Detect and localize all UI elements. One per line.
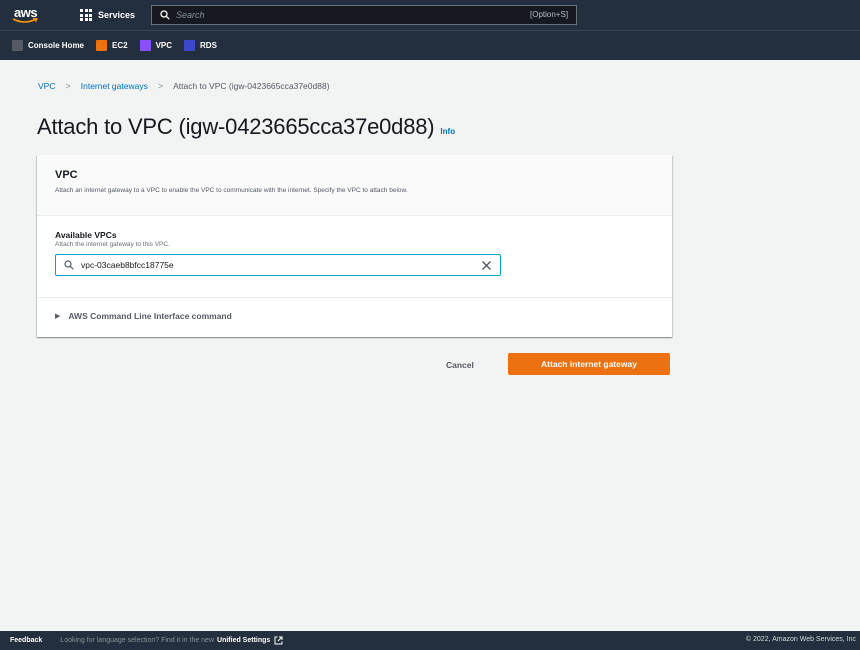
breadcrumb-link-internet-gateways[interactable]: Internet gateways — [81, 81, 148, 91]
available-vpcs-label: Available VPCs — [55, 230, 117, 240]
language-message: Looking for language selection? Find it … — [60, 637, 215, 644]
unified-settings-link[interactable]: Unified Settings — [217, 637, 270, 644]
caret-right-icon: ▶ — [55, 313, 61, 320]
page-title: Attach to VPC (igw-0423665cca37e0d88) — [37, 114, 435, 139]
favorite-label: EC2 — [112, 41, 128, 50]
favorite-label: Console Home — [28, 41, 85, 50]
vpc-icon — [139, 40, 151, 51]
aws-logo[interactable]: aws — [10, 4, 46, 26]
favorite-label: RDS — [200, 41, 217, 50]
container-title: VPC — [55, 169, 78, 181]
favorite-console-home[interactable]: Console Home — [12, 40, 84, 51]
favorite-rds[interactable]: RDS — [184, 40, 217, 51]
search-icon — [64, 260, 74, 270]
available-vpcs-autosuggest[interactable]: vpc-03caeb8bfcc18775e — [55, 254, 501, 276]
breadcrumb-current: Attach to VPC (igw-0423665cca37e0d88) — [173, 81, 330, 91]
vpc-container: VPC Attach an internet gateway to a VPC … — [37, 155, 672, 337]
grid-icon — [80, 9, 92, 21]
services-menu-button[interactable]: Services — [72, 4, 143, 26]
rds-icon — [184, 40, 196, 51]
attach-internet-gateway-button[interactable]: Attach internet gateway — [508, 353, 670, 375]
favorite-vpc[interactable]: VPC — [139, 40, 173, 51]
aws-smile-icon — [12, 18, 38, 23]
breadcrumb-link-vpc[interactable]: VPC — [38, 81, 55, 91]
cli-command-label: AWS Command Line Interface command — [68, 311, 232, 321]
breadcrumb: VPC > Internet gateways > Attach to VPC … — [38, 81, 330, 91]
ec2-icon — [96, 40, 108, 51]
available-vpcs-description: Attach the internet gateway to this VPC. — [55, 241, 170, 248]
console-home-icon — [12, 40, 23, 51]
external-link-icon — [274, 636, 283, 645]
search-shortcut-hint: [Option+S] — [530, 10, 569, 19]
global-search-input[interactable]: Search [Option+S] — [151, 5, 578, 25]
clear-icon[interactable] — [481, 260, 492, 271]
footer: Feedback Looking for language selection?… — [0, 631, 860, 650]
available-vpcs-value: vpc-03caeb8bfcc18775e — [81, 260, 174, 270]
cli-command-expander[interactable]: ▶ AWS Command Line Interface command — [37, 298, 672, 334]
cancel-button[interactable]: Cancel — [436, 357, 484, 373]
favorites-bar: Console Home EC2 VPC RDS — [0, 30, 860, 60]
search-placeholder: Search — [176, 10, 205, 20]
top-navigation-bar: aws Services Search [Option+S] — [0, 0, 860, 30]
info-link[interactable]: Info — [440, 127, 455, 136]
page-header: Attach to VPC (igw-0423665cca37e0d88) In… — [37, 114, 455, 140]
breadcrumb-separator-icon: > — [157, 81, 164, 91]
container-description: Attach an internet gateway to a VPC to e… — [55, 187, 408, 194]
feedback-link[interactable]: Feedback — [10, 637, 42, 644]
container-header: VPC Attach an internet gateway to a VPC … — [37, 155, 672, 216]
favorite-label: VPC — [155, 41, 173, 50]
services-label: Services — [98, 10, 136, 20]
search-icon — [160, 10, 170, 20]
container-body: Available VPCs Attach the internet gatew… — [37, 216, 672, 298]
breadcrumb-separator-icon: > — [65, 81, 71, 91]
copyright-text: © 2022, Amazon Web Services, Inc — [745, 636, 856, 643]
favorite-ec2[interactable]: EC2 — [96, 40, 128, 51]
